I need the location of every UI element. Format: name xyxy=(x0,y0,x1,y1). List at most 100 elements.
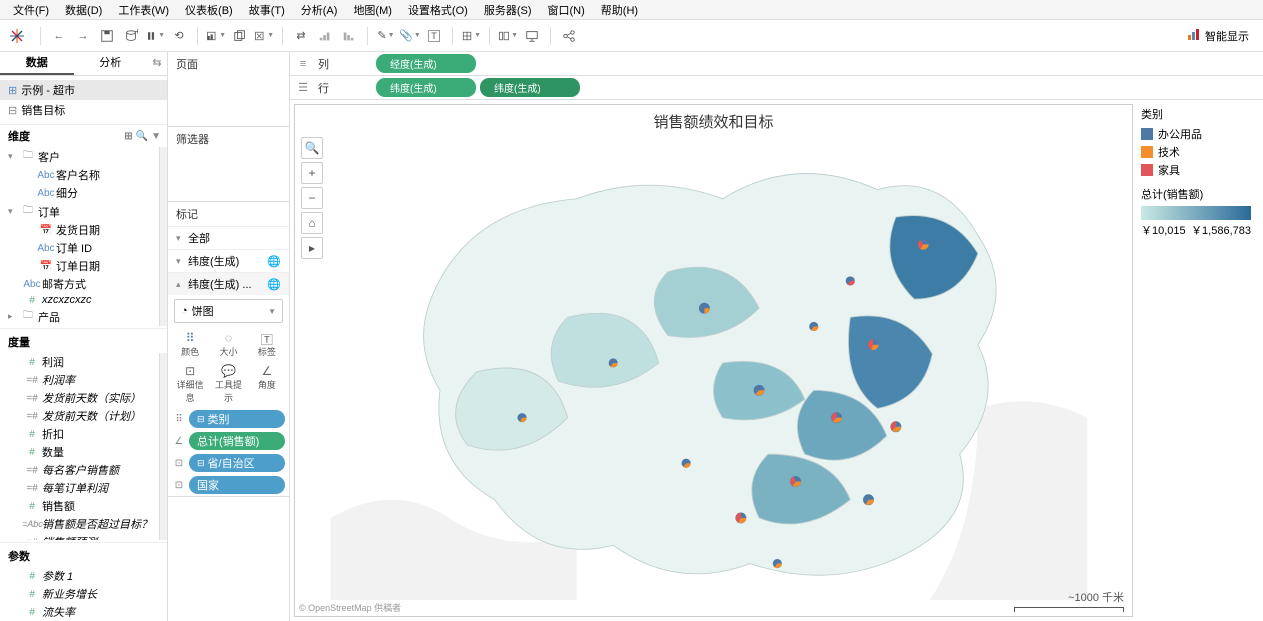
fit-button[interactable]: ▼ xyxy=(461,26,481,46)
show-me-button[interactable]: 智能显示 xyxy=(1181,25,1255,46)
pill-latitude-1[interactable]: 纬度(生成) xyxy=(376,78,476,97)
datasource-supermarket[interactable]: ⊞ 示例 - 超市 xyxy=(0,80,167,100)
dim-customer-name[interactable]: Abc客户名称 xyxy=(0,166,159,184)
menu-data[interactable]: 数据(D) xyxy=(57,0,110,20)
gradient-bar[interactable] xyxy=(1141,206,1251,220)
swap-button[interactable]: ⇄ xyxy=(291,26,311,46)
menu-map[interactable]: 地图(M) xyxy=(345,0,400,20)
back-button[interactable]: ← xyxy=(49,26,69,46)
legend-item-furniture[interactable]: 家具 xyxy=(1141,162,1255,178)
dim-xzc[interactable]: #xzcxzcxzc xyxy=(0,293,159,307)
menu-file[interactable]: 文件(F) xyxy=(5,0,57,20)
meas-sales[interactable]: #销售额 xyxy=(0,497,159,515)
pill-sum-sales[interactable]: 总计(销售额) xyxy=(189,432,285,450)
search-icon[interactable]: 🔍 xyxy=(136,131,148,142)
columns-label: 列 xyxy=(318,56,368,72)
menu-window[interactable]: 窗口(N) xyxy=(540,0,593,20)
pill-province[interactable]: ⊟省/自治区 xyxy=(189,454,285,472)
legend-item-office[interactable]: 办公用品 xyxy=(1141,126,1255,142)
presentation-button[interactable] xyxy=(522,26,542,46)
menu-help[interactable]: 帮助(H) xyxy=(593,0,646,20)
forward-button[interactable]: → xyxy=(73,26,93,46)
tableau-logo-icon xyxy=(8,27,26,45)
dim-order-date[interactable]: 📅订单日期 xyxy=(0,257,159,275)
new-worksheet-button[interactable]: ▼ xyxy=(206,26,226,46)
marks-layer-lat1[interactable]: ▾纬度(生成)🌐 xyxy=(168,249,289,272)
clear-button[interactable]: ▼ xyxy=(254,26,274,46)
mark-label[interactable]: 🅃标签 xyxy=(249,329,285,360)
menu-format[interactable]: 设置格式(O) xyxy=(400,0,476,20)
dim-product-folder[interactable]: ▸🗀产品 xyxy=(0,307,159,326)
menu-worksheet[interactable]: 工作表(W) xyxy=(110,0,177,20)
pause-button[interactable]: ▼ xyxy=(145,26,165,46)
mark-type-select[interactable]: ◔ 饼图 ▼ xyxy=(174,299,283,323)
meas-discount[interactable]: #折扣 xyxy=(0,425,159,443)
mark-size[interactable]: ◌大小 xyxy=(210,329,246,360)
refresh-button[interactable]: ⟲ xyxy=(169,26,189,46)
duplicate-button[interactable] xyxy=(230,26,250,46)
meas-ship-days-plan[interactable]: =#发货前天数（计划） xyxy=(0,407,159,425)
marks-layer-all[interactable]: ▾全部 xyxy=(168,226,289,249)
meas-profit[interactable]: #利润 xyxy=(0,353,159,371)
save-button[interactable] xyxy=(97,26,117,46)
swatch-icon xyxy=(1141,128,1153,140)
view-as-icon[interactable]: ⊞ xyxy=(124,131,132,142)
pill-country[interactable]: 国家 xyxy=(189,476,285,494)
meas-sales-per-cust[interactable]: =#每名客户销售额 xyxy=(0,461,159,479)
group-button[interactable]: 📎▼ xyxy=(400,26,420,46)
sort-desc-button[interactable] xyxy=(339,26,359,46)
tab-data[interactable]: 数据 xyxy=(0,52,74,75)
mark-tooltip[interactable]: 💬工具提示 xyxy=(210,362,246,406)
dim-order-id[interactable]: Abc订单 ID xyxy=(0,239,159,257)
rows-shelf[interactable]: ☰ 行 纬度(生成) 纬度(生成) xyxy=(290,76,1263,100)
mark-angle[interactable]: ∠角度 xyxy=(249,362,285,406)
meas-sales-forecast[interactable]: =#销售额预测 xyxy=(0,533,159,540)
menu-server[interactable]: 服务器(S) xyxy=(476,0,540,20)
meas-profit-ratio[interactable]: =#利润率 xyxy=(0,371,159,389)
connect-icon[interactable]: ⇆ xyxy=(147,52,167,75)
tab-analysis[interactable]: 分析 xyxy=(74,52,148,75)
menu-dashboard[interactable]: 仪表板(B) xyxy=(177,0,241,20)
datasource-icon: ⊟ xyxy=(8,104,17,117)
pill-latitude-2[interactable]: 纬度(生成) xyxy=(480,78,580,97)
dim-ship-date[interactable]: 📅发货日期 xyxy=(0,221,159,239)
share-button[interactable] xyxy=(559,26,579,46)
dim-ship-mode[interactable]: Abc邮寄方式 xyxy=(0,275,159,293)
columns-shelf[interactable]: ≡ 列 经度(生成) xyxy=(290,52,1263,76)
meas-ship-days-actual[interactable]: =#发货前天数（实际） xyxy=(0,389,159,407)
viz-canvas[interactable]: 销售额绩效和目标 🔍 + − ⌂ ▸ xyxy=(294,104,1133,617)
meas-profit-per-order[interactable]: =#每笔订单利润 xyxy=(0,479,159,497)
marks-layer-lat2[interactable]: ▴纬度(生成) ...🌐 xyxy=(168,272,289,295)
sort-asc-button[interactable] xyxy=(315,26,335,46)
pill-category[interactable]: ⊟类别 xyxy=(189,410,285,428)
meas-scrollbar[interactable] xyxy=(159,353,167,540)
dim-customer-folder[interactable]: ▾🗀客户 xyxy=(0,147,159,166)
param-1[interactable]: #参数 1 xyxy=(0,567,167,585)
filters-shelf[interactable] xyxy=(168,151,289,201)
dim-segment[interactable]: Abc细分 xyxy=(0,184,159,202)
param-new-growth[interactable]: #新业务增长 xyxy=(0,585,167,603)
pages-shelf[interactable] xyxy=(168,76,289,126)
legend-item-tech[interactable]: 技术 xyxy=(1141,144,1255,160)
map-canvas[interactable] xyxy=(295,135,1132,600)
pill-longitude[interactable]: 经度(生成) xyxy=(376,54,476,73)
detail-icon: ⊡ xyxy=(174,364,206,378)
dim-scrollbar[interactable] xyxy=(159,147,167,326)
datasource-sales-target[interactable]: ⊟ 销售目标 xyxy=(0,100,167,120)
dropdown-icon[interactable]: ▼ xyxy=(151,131,161,142)
show-cards-button[interactable]: ▼ xyxy=(498,26,518,46)
param-churn[interactable]: #流失率 xyxy=(0,603,167,621)
label-button[interactable]: T xyxy=(424,26,444,46)
meas-over-target[interactable]: =Abc销售额是否超过目标？ xyxy=(0,515,159,533)
highlight-button[interactable]: ✎▼ xyxy=(376,26,396,46)
meas-quantity[interactable]: #数量 xyxy=(0,443,159,461)
mark-color[interactable]: ⠿颜色 xyxy=(172,329,208,360)
menu-analysis[interactable]: 分析(A) xyxy=(293,0,346,20)
map-scale: ~1000 千米 xyxy=(1014,589,1124,612)
map-attribution: © OpenStreetMap 供稿者 xyxy=(299,601,401,614)
dim-order-folder[interactable]: ▾🗀订单 xyxy=(0,202,159,221)
menu-story[interactable]: 故事(T) xyxy=(241,0,293,20)
mark-detail[interactable]: ⊡详细信息 xyxy=(172,362,208,406)
new-datasource-button[interactable]: + xyxy=(121,26,141,46)
detail-icon: ⊡ xyxy=(172,458,186,469)
